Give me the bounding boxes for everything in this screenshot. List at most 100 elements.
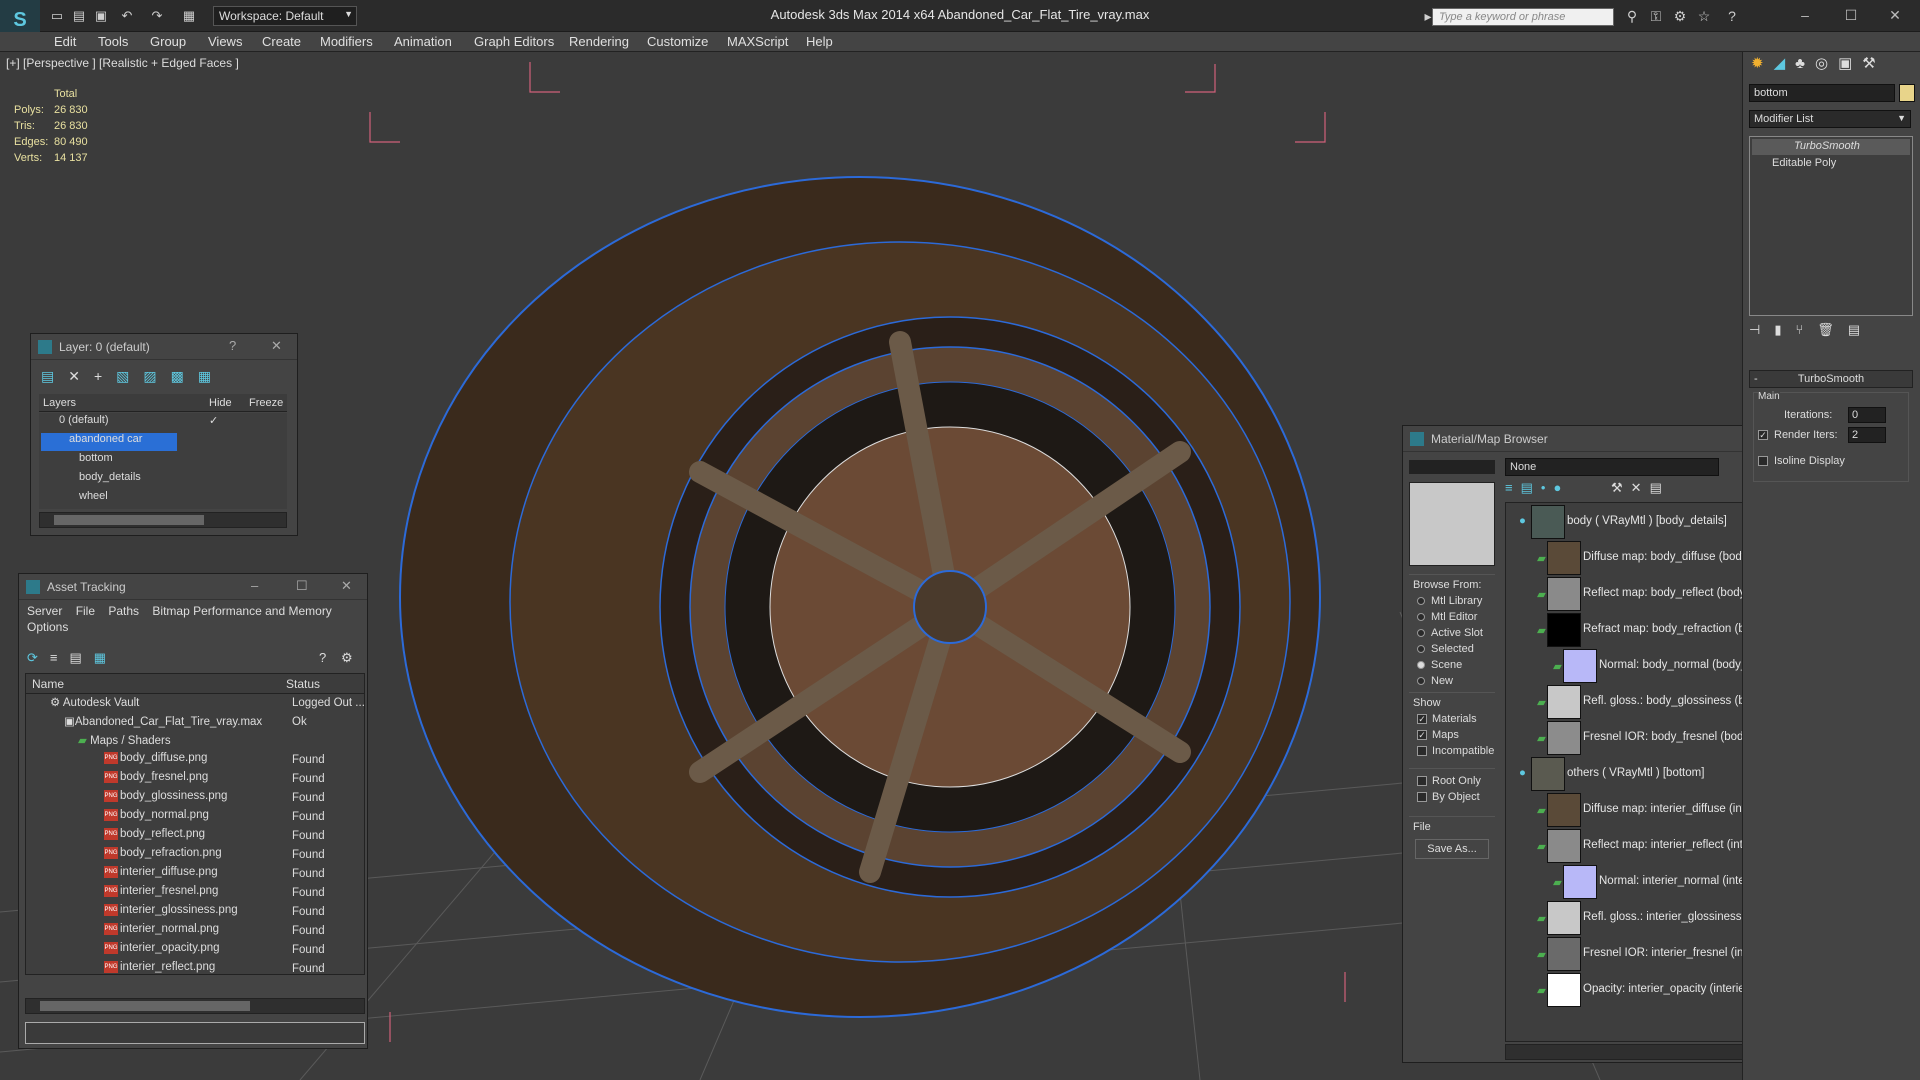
maximize-icon[interactable]: ☐ (296, 578, 308, 594)
menu-tools[interactable]: Tools (98, 34, 128, 49)
hide-column-header[interactable]: Hide (209, 397, 232, 409)
tree-view-icon[interactable]: ▤ (1521, 480, 1541, 495)
asset-row[interactable]: PNG interier_opacity.png Found (32, 942, 392, 961)
help-icon[interactable]: ? (1722, 7, 1742, 25)
refresh-icon[interactable]: ⟳ (27, 650, 50, 665)
asset-row[interactable]: PNG body_refraction.png Found (32, 847, 392, 866)
new-layer-icon[interactable]: ▤ (41, 368, 68, 384)
render-iters-spinner[interactable]: 2 (1848, 427, 1886, 443)
small-icons-icon[interactable]: • (1541, 480, 1554, 495)
configure-sets-icon[interactable]: ▤ (1848, 322, 1874, 337)
menu-customize[interactable]: Customize (647, 34, 708, 49)
update-scene-icon[interactable]: ⚒ (1611, 480, 1631, 495)
asset-row[interactable]: ▰ Maps / Shaders (32, 733, 392, 752)
menu-edit[interactable]: Edit (54, 34, 76, 49)
modifier-stack-item[interactable]: Editable Poly (1752, 156, 1910, 172)
status-column-header[interactable]: Status (286, 677, 320, 691)
highlight-layer-icon[interactable]: ▨ (143, 368, 170, 384)
layer-panel-titlebar[interactable]: Layer: 0 (default) ? ✕ (31, 334, 297, 360)
remove-modifier-icon[interactable]: 🗑 (1817, 322, 1848, 337)
menu-graph-editors[interactable]: Graph Editors (474, 34, 554, 49)
viewport-label[interactable]: [+] [Perspective ] [Realistic + Edged Fa… (6, 56, 239, 70)
make-unique-icon[interactable]: ⑂ (1795, 322, 1817, 337)
asset-row[interactable]: PNG interier_fresnel.png Found (32, 885, 392, 904)
asset-row[interactable]: ▣Abandoned_Car_Flat_Tire_vray.max Ok (32, 714, 392, 733)
checkbox-checked-icon[interactable]: ✓ (1758, 430, 1768, 440)
show-materials-checkbox[interactable]: ✓ Materials (1417, 713, 1477, 725)
material-search-input[interactable]: None (1505, 458, 1719, 476)
asset-tracking-titlebar[interactable]: Asset Tracking – ☐ ✕ (19, 574, 367, 600)
workspace-dropdown[interactable]: Workspace: Default ▼ (213, 6, 357, 26)
add-to-layer-icon[interactable]: + (94, 368, 116, 384)
material-search-left[interactable] (1409, 460, 1495, 474)
large-icons-icon[interactable]: ● (1553, 480, 1569, 495)
delete-material-icon[interactable]: ✕ (1631, 480, 1650, 495)
grid-view-icon[interactable]: ▦ (94, 650, 118, 665)
asset-row[interactable]: PNG body_glossiness.png Found (32, 790, 392, 809)
scroll-thumb[interactable] (54, 515, 204, 525)
menu-maxscript[interactable]: MAXScript (727, 34, 788, 49)
new-file-icon[interactable]: ▭ (48, 7, 66, 25)
utilities-tab-icon[interactable]: ⚒ (1862, 55, 1885, 72)
checkbox-icon[interactable] (1758, 456, 1768, 466)
asset-menu-server[interactable]: Server (27, 604, 62, 618)
asset-row[interactable]: PNG interier_glossiness.png Found (32, 904, 392, 923)
pin-stack-icon[interactable]: ⊣ (1749, 322, 1774, 337)
object-color-swatch[interactable] (1899, 84, 1915, 102)
asset-path-field[interactable] (25, 1022, 365, 1044)
asset-horizontal-scrollbar[interactable] (25, 998, 365, 1014)
hide-all-icon[interactable]: ▩ (171, 368, 198, 384)
motion-tab-icon[interactable]: ◎ (1815, 55, 1838, 72)
undo-icon[interactable]: ↶ (118, 7, 136, 25)
turbosmooth-rollout-header[interactable]: - TurboSmooth (1749, 370, 1913, 388)
asset-menu-file[interactable]: File (76, 604, 95, 618)
select-in-layer-icon[interactable]: ▧ (116, 368, 143, 384)
hold-icon[interactable]: ▦ (180, 7, 198, 25)
close-icon[interactable]: ✕ (271, 338, 282, 354)
menu-views[interactable]: Views (208, 34, 242, 49)
asset-menu-bitmap[interactable]: Bitmap Performance and Memory (152, 604, 331, 618)
modifier-list-dropdown[interactable]: Modifier List ▼ (1749, 110, 1911, 128)
hierarchy-tab-icon[interactable]: ♣ (1795, 55, 1815, 72)
layer-row[interactable]: body_details (79, 471, 141, 489)
tire-model[interactable] (399, 176, 1321, 1018)
modifier-stack-item[interactable]: TurboSmooth (1752, 139, 1910, 155)
show-incompatible-checkbox[interactable]: Incompatible (1417, 745, 1494, 757)
help-icon[interactable]: ? (229, 338, 236, 353)
asset-row[interactable]: PNG interier_diffuse.png Found (32, 866, 392, 885)
freeze-all-icon[interactable]: ▦ (198, 368, 225, 384)
maximize-icon[interactable]: ☐ (1836, 4, 1866, 26)
object-name-input[interactable]: bottom (1749, 84, 1895, 102)
menu-group[interactable]: Group (150, 34, 186, 49)
asset-menu-options[interactable]: Options (27, 620, 68, 634)
browse-selected[interactable]: Selected (1417, 643, 1474, 655)
show-maps-checkbox[interactable]: ✓ Maps (1417, 729, 1459, 741)
favorites-star-icon[interactable]: ☆ (1694, 7, 1714, 25)
menu-help[interactable]: Help (806, 34, 833, 49)
iterations-spinner[interactable]: 0 (1848, 407, 1886, 423)
asset-row[interactable]: PNG interier_normal.png Found (32, 923, 392, 942)
list-view-icon[interactable]: ≡ (50, 650, 70, 665)
browse-scene[interactable]: Scene (1417, 659, 1462, 671)
show-end-result-icon[interactable]: ▮ (1774, 322, 1795, 337)
minimize-icon[interactable]: – (1790, 4, 1820, 26)
asset-row[interactable]: PNG body_reflect.png Found (32, 828, 392, 847)
layer-horizontal-scrollbar[interactable] (39, 512, 287, 528)
browse-active-slot[interactable]: Active Slot (1417, 627, 1483, 639)
save-file-icon[interactable]: ▣ (92, 7, 110, 25)
asset-row[interactable]: PNG body_fresnel.png Found (32, 771, 392, 790)
table-view-icon[interactable]: ▤ (70, 650, 94, 665)
menu-rendering[interactable]: Rendering (569, 34, 629, 49)
name-column-header[interactable]: Name (32, 677, 64, 691)
close-icon[interactable]: ✕ (1880, 4, 1910, 26)
asset-row[interactable]: PNG interier_reflect.png Found (32, 961, 392, 980)
layer-row[interactable]: bottom (79, 452, 113, 470)
communication-icon[interactable]: ⚙ (1670, 7, 1690, 25)
asset-help-icon[interactable]: ? (319, 650, 326, 665)
close-icon[interactable]: ✕ (341, 578, 352, 594)
freeze-column-header[interactable]: Freeze (249, 397, 283, 409)
save-as-button[interactable]: Save As... (1415, 839, 1489, 859)
copy-material-icon[interactable]: ▤ (1650, 480, 1670, 495)
list-view-icon[interactable]: ≡ (1505, 480, 1521, 495)
redo-icon[interactable]: ↷ (148, 7, 166, 25)
